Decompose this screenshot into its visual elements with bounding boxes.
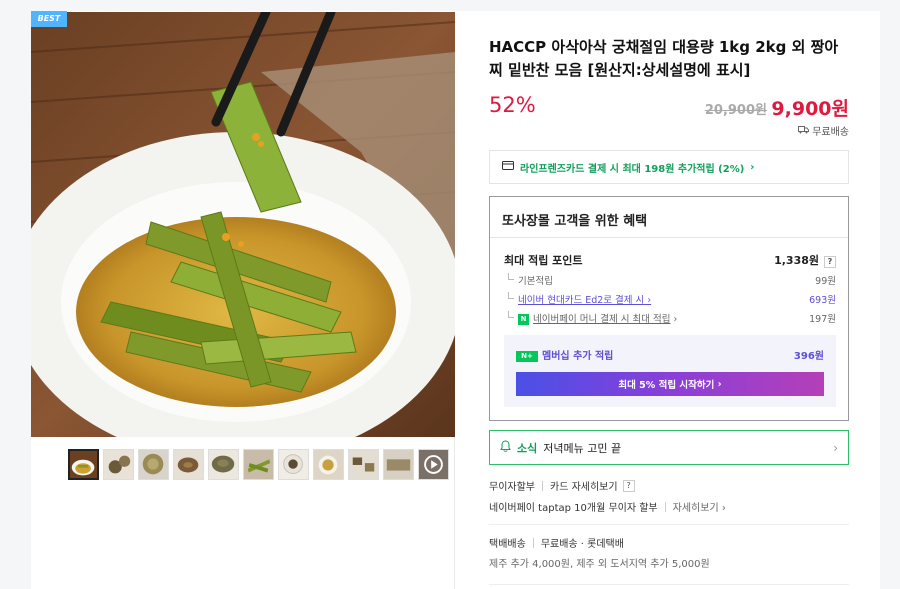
point-row-basic: 기본적립 99원 bbox=[504, 273, 836, 287]
point-label: 네이버 현대카드 Ed2로 결제 시 › bbox=[504, 292, 651, 306]
soshik-banner[interactable]: 소식 저녁메뉴 고민 끝 › bbox=[489, 430, 849, 465]
membership-label: N+ 멤버십 추가 적립 bbox=[516, 347, 613, 362]
divider bbox=[489, 524, 849, 525]
point-row-card[interactable]: 네이버 현대카드 Ed2로 결제 시 › 693원 bbox=[504, 292, 836, 306]
point-value: 99원 bbox=[815, 276, 836, 287]
sale-price: 9,900원 bbox=[771, 98, 849, 120]
delivery-row: 택배배송 무료배송 · 롯데택배 bbox=[489, 535, 624, 550]
chevron-right-icon: › bbox=[833, 440, 838, 455]
membership-start-button[interactable]: 최대 5% 적립 시작하기 › bbox=[516, 372, 824, 396]
help-icon[interactable]: ? bbox=[824, 256, 836, 268]
point-value: 197원 bbox=[809, 314, 836, 325]
thumbnail-6[interactable] bbox=[243, 449, 274, 480]
naverpay-icon: N bbox=[518, 314, 529, 325]
soshik-text: 저녁메뉴 고민 끝 bbox=[543, 441, 622, 455]
bell-icon bbox=[500, 440, 511, 455]
point-label: N 네이버페이 머니 결제 시 최대 적립 › bbox=[504, 311, 677, 325]
shipping-label: 무료배송 bbox=[812, 127, 849, 138]
benefit-heading: 또사장몰 고객을 위한 혜택 bbox=[490, 197, 848, 238]
chevron-right-icon: › bbox=[750, 161, 755, 173]
credit-card-icon bbox=[502, 161, 514, 173]
thumbnail-1[interactable] bbox=[68, 449, 99, 480]
product-card: BEST HACCP 아삭아삭 궁채절임 대용량 1kg 2kg 외 짱아찌 밑… bbox=[31, 11, 880, 589]
original-price: 20,900원 bbox=[704, 103, 767, 118]
point-value: 693원 bbox=[809, 295, 836, 306]
installment-label: 무이자할부 bbox=[489, 482, 535, 493]
thumbnail-5[interactable] bbox=[208, 449, 239, 480]
max-point-row: 최대 적립 포인트 1,338원? bbox=[504, 252, 836, 268]
thumbnail-strip bbox=[68, 449, 449, 480]
thumbnail-4[interactable] bbox=[173, 449, 204, 480]
best-badge: BEST bbox=[31, 11, 67, 27]
delivery-type: 택배배송 bbox=[489, 539, 526, 550]
taptap-row: 네이버페이 taptap 10개월 무이자 할부 자세히보기 › bbox=[489, 499, 726, 514]
thumbnail-video[interactable] bbox=[418, 449, 449, 480]
product-title: HACCP 아삭아삭 궁채절임 대용량 1kg 2kg 외 짱아찌 밑반찬 모음… bbox=[489, 38, 839, 79]
taptap-text: 네이버페이 taptap 10개월 무이자 할부 bbox=[489, 503, 658, 514]
soshik-brand: 소식 bbox=[517, 441, 538, 455]
taptap-detail-link[interactable]: 자세히보기 › bbox=[673, 499, 726, 514]
membership-value: 396원 bbox=[793, 351, 824, 362]
delivery-fee: 무료배송 · 롯데택배 bbox=[540, 539, 624, 550]
truck-icon bbox=[798, 125, 810, 137]
benefit-box: 또사장몰 고객을 위한 혜택 최대 적립 포인트 1,338원? 기본적립 99… bbox=[489, 196, 849, 421]
thumbnail-7[interactable] bbox=[278, 449, 309, 480]
shipping-info: 무료배송 bbox=[798, 123, 849, 138]
thumbnail-9[interactable] bbox=[348, 449, 379, 480]
point-row-npay[interactable]: N 네이버페이 머니 결제 시 최대 적립 › 197원 bbox=[504, 311, 836, 325]
delivery-extra: 제주 추가 4,000원, 제주 외 도서지역 추가 5,000원 bbox=[489, 559, 710, 570]
card-detail-link[interactable]: 카드 자세히보기 bbox=[550, 478, 618, 493]
max-point-label: 최대 적립 포인트 bbox=[504, 254, 583, 267]
main-product-image[interactable] bbox=[31, 12, 455, 437]
max-point-value: 1,338원 bbox=[774, 254, 819, 267]
discount-rate: 52% bbox=[489, 93, 536, 117]
help-icon[interactable]: ? bbox=[622, 479, 635, 492]
thumbnail-3[interactable] bbox=[138, 449, 169, 480]
naver-plus-icon: N+ bbox=[516, 350, 538, 362]
thumbnail-10[interactable] bbox=[383, 449, 414, 480]
card-promo-banner[interactable]: 라인프렌즈카드 결제 시 최대 198원 추가적립 (2%) › bbox=[489, 150, 849, 184]
membership-panel: N+ 멤버십 추가 적립 396원 최대 5% 적립 시작하기 › bbox=[504, 335, 836, 407]
installment-row: 무이자할부 카드 자세히보기 ? bbox=[489, 478, 635, 493]
product-gallery: BEST bbox=[31, 11, 455, 589]
point-label: 기본적립 bbox=[504, 273, 553, 287]
thumbnail-8[interactable] bbox=[313, 449, 344, 480]
thumbnail-2[interactable] bbox=[103, 449, 134, 480]
divider bbox=[489, 584, 849, 585]
card-promo-text: 라인프렌즈카드 결제 시 최대 198원 추가적립 (2%) bbox=[520, 163, 745, 175]
